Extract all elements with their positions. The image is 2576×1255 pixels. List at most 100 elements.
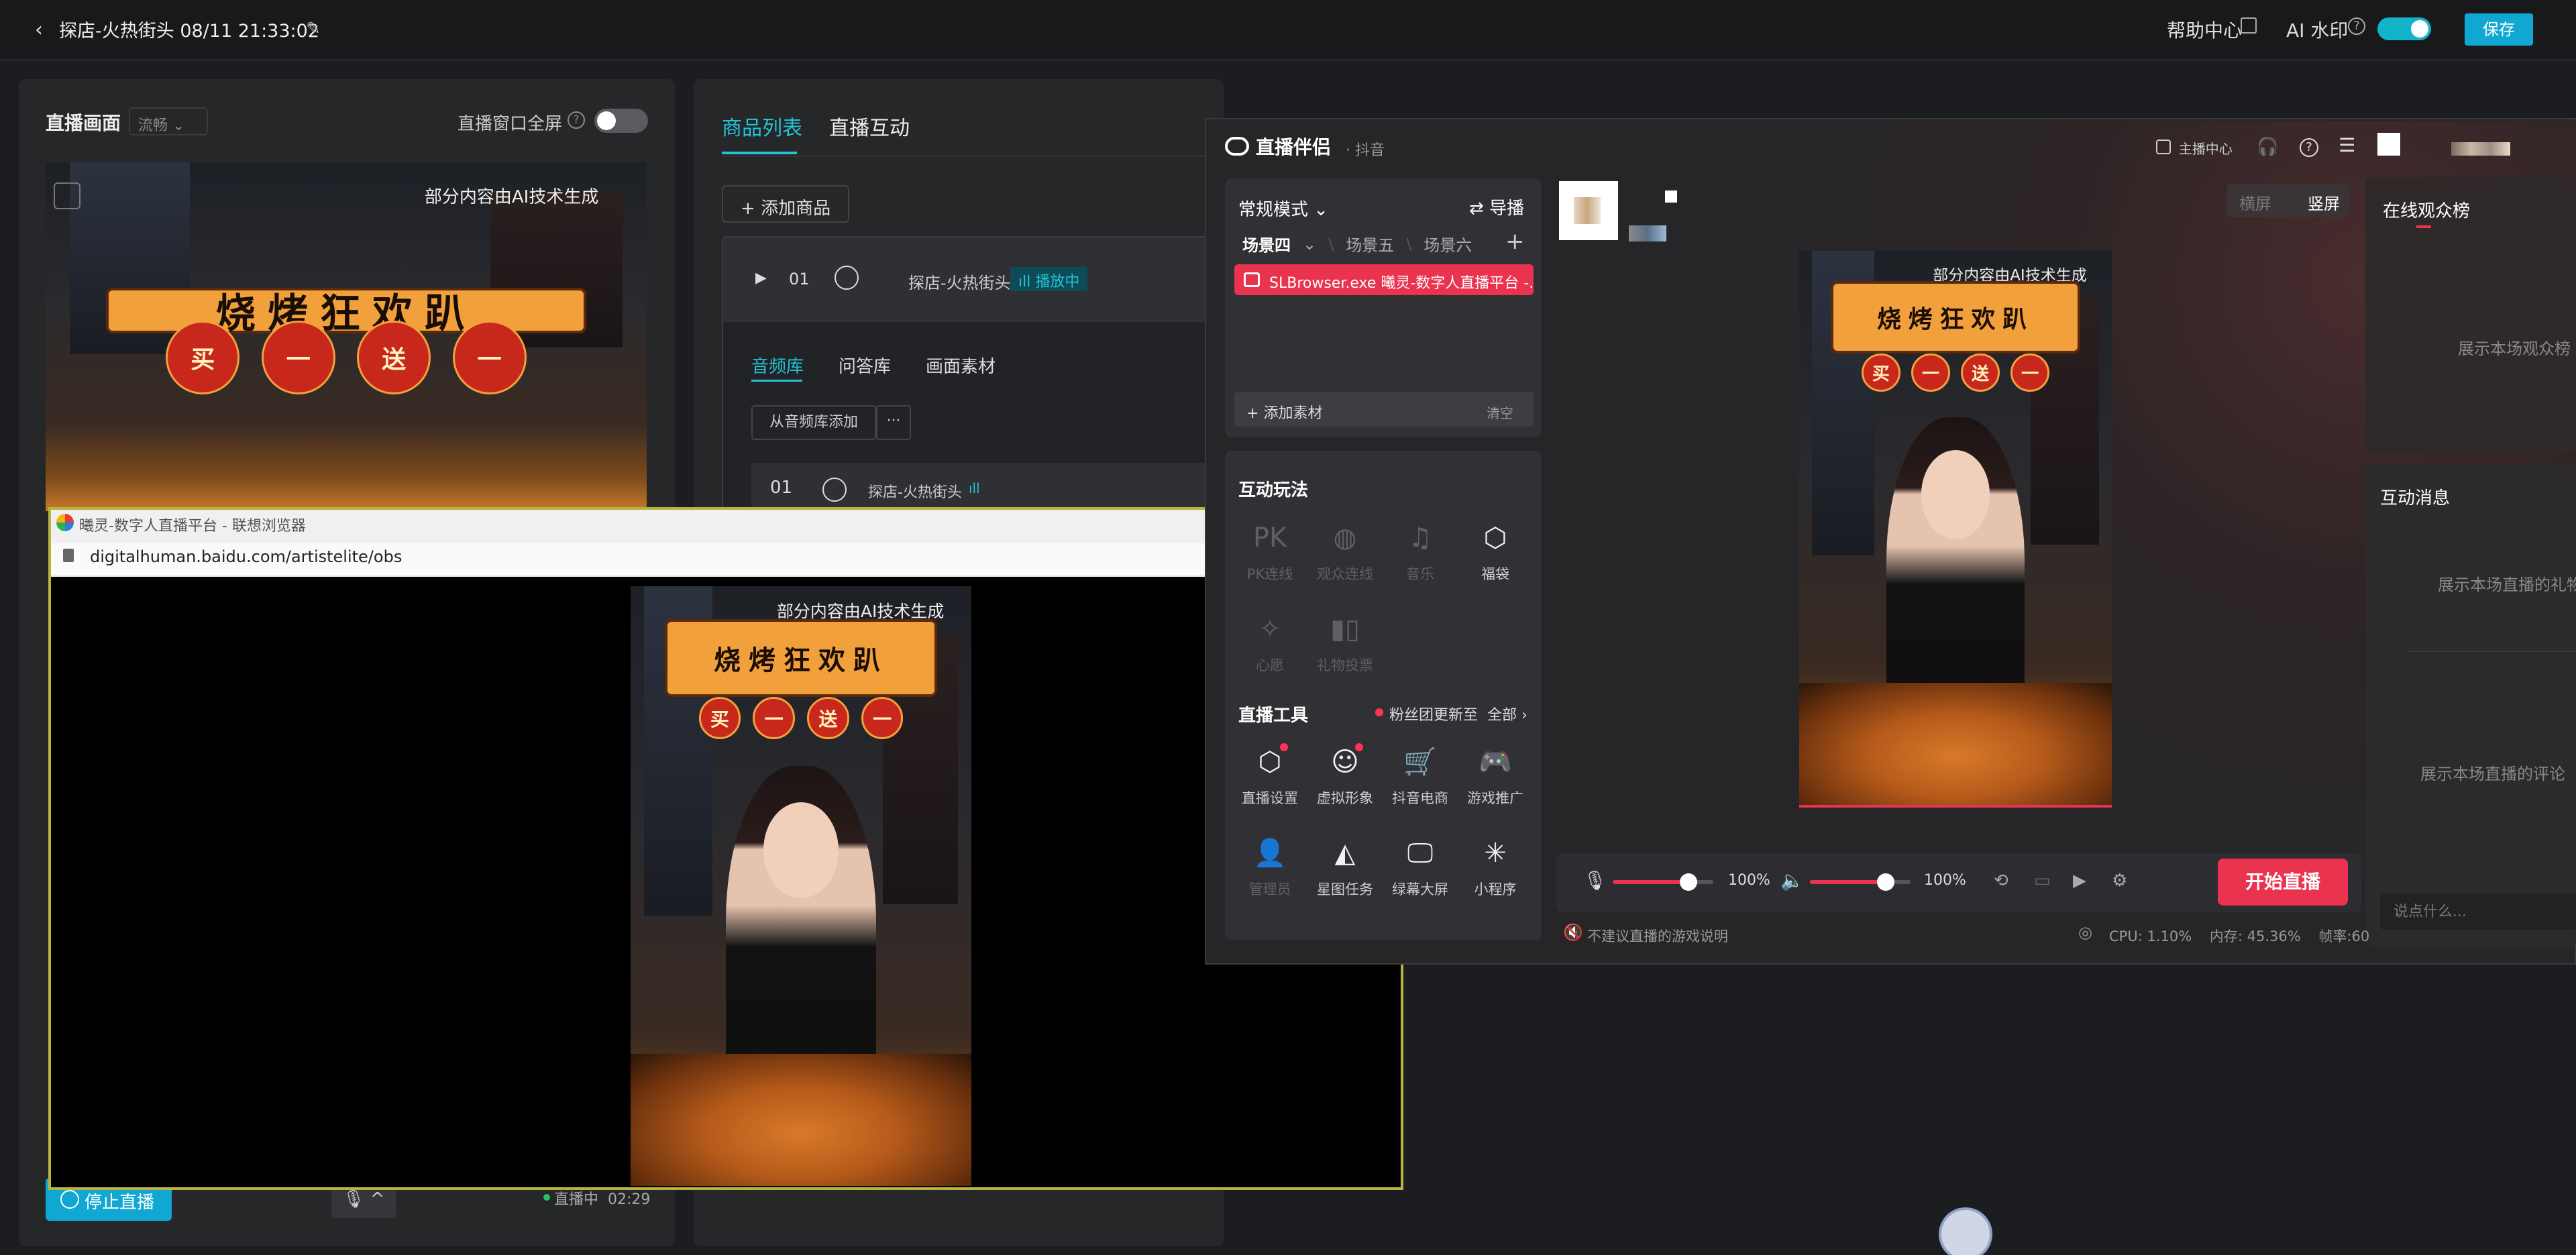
tool-label: 心愿 xyxy=(1256,657,1284,673)
admin-tool[interactable]: 👤 管理员 xyxy=(1233,836,1307,899)
miniapp-icon: ✳ xyxy=(1484,838,1507,869)
stream-poster-image: 部分内容由AI技术生成 烧烤狂欢趴 买 一 送 一 xyxy=(631,586,971,1186)
poster-subline: 买 一 送 一 xyxy=(1862,351,2049,395)
tab-audio-library[interactable]: 音频库 xyxy=(751,353,804,378)
quality-value: 流畅 xyxy=(138,117,168,134)
pk-link-tool[interactable]: PK PK连线 xyxy=(1233,521,1307,584)
more-button[interactable]: ··· xyxy=(876,405,911,440)
wish-tool[interactable]: ✧ 心愿 xyxy=(1233,612,1307,675)
screen-icon[interactable]: ▭ xyxy=(2034,871,2051,891)
audience-link-icon: ◍ xyxy=(1333,523,1357,553)
mini-program-tool[interactable]: ✳ 小程序 xyxy=(1458,836,1532,899)
help-icon[interactable]: ? xyxy=(2348,17,2365,35)
tool-label: 管理员 xyxy=(1248,881,1291,897)
fullscreen-toggle[interactable] xyxy=(594,109,648,133)
source-item[interactable]: SLBrowser.exe 曦灵-数字人直播平台 -... xyxy=(1234,264,1534,295)
mic-icon[interactable]: 🎙 xyxy=(1583,869,1607,891)
digital-human-face xyxy=(763,802,839,898)
poster-sub-char: 买 xyxy=(698,697,741,739)
speaker-volume-handle[interactable] xyxy=(1877,873,1894,891)
pause-icon[interactable] xyxy=(835,266,859,290)
settings-icon[interactable]: ⚙ xyxy=(2112,871,2127,891)
speaker-volume-value: 100% xyxy=(1924,872,1966,889)
performance-stats: CPU: 1.10% 内存: 45.36% 帧率:60 xyxy=(2109,926,2369,946)
mode-select[interactable]: 常规模式 ⌄ xyxy=(1238,196,1328,221)
portrait-option[interactable]: 竖屏 xyxy=(2308,190,2340,214)
add-scene-icon[interactable]: + xyxy=(1505,228,1525,255)
poster-headline: 烧烤狂欢趴 xyxy=(105,288,587,337)
game-promo-tool[interactable]: 🎮 游戏推广 xyxy=(1458,745,1532,808)
music-tool[interactable]: ♫ 音乐 xyxy=(1383,521,1457,584)
performance-icon: ◎ xyxy=(2078,923,2092,942)
avatar[interactable] xyxy=(2377,133,2400,156)
camera-flip-icon[interactable]: ⟲ xyxy=(1994,871,2008,891)
speaker-volume-fill xyxy=(1810,880,1886,884)
green-screen-tool[interactable]: 🖵 绿幕大屏 xyxy=(1383,836,1457,899)
ai-watermark-label: AI 水印 xyxy=(2286,19,2349,42)
chevron-down-icon[interactable]: ⌄ xyxy=(1303,235,1316,254)
lucky-bag-tool[interactable]: ⬡ 福袋 xyxy=(1458,521,1532,584)
interact-section-title: 互动玩法 xyxy=(1238,480,1309,500)
landscape-option[interactable]: 横屏 xyxy=(2239,190,2271,214)
host-center-link[interactable]: 主播中心 xyxy=(2157,138,2233,158)
virtual-avatar-tool[interactable]: ☺ 虚拟形象 xyxy=(1308,743,1382,808)
message-input[interactable] xyxy=(2380,893,2576,930)
start-live-button[interactable]: 开始直播 xyxy=(2218,859,2348,906)
digital-human-face xyxy=(1921,450,1990,539)
quality-select[interactable]: 流畅 ⌄ xyxy=(129,107,208,135)
poster-sub-char: 一 xyxy=(1911,353,1950,392)
edit-icon[interactable]: ✎ xyxy=(306,19,321,39)
live-status: 直播中 02:29 xyxy=(545,1187,650,1209)
audience-link-tool[interactable]: ◍ 观众连线 xyxy=(1308,521,1382,584)
help-icon[interactable]: ? xyxy=(2300,138,2318,157)
fan-update-link[interactable]: 粉丝团更新至 全部 › xyxy=(1375,703,1527,724)
clear-button[interactable]: 清空 xyxy=(1487,402,1513,422)
add-from-library-button[interactable]: 从音频库添加 xyxy=(751,405,876,440)
mic-volume-fill xyxy=(1613,880,1688,884)
source-thumbnail[interactable] xyxy=(1665,190,1677,203)
save-button[interactable]: 保存 xyxy=(2465,13,2533,46)
add-goods-button[interactable]: + 添加商品 xyxy=(722,185,849,223)
playing-equalizer-icon: ıll xyxy=(969,480,980,496)
page-title: 探店-火热街头 08/11 21:33:02 xyxy=(59,21,319,42)
live-screen-title: 直播画面 xyxy=(46,112,121,134)
ai-watermark-toggle[interactable] xyxy=(2377,17,2431,40)
username-blurred xyxy=(2451,142,2510,156)
expand-icon[interactable]: ▶ xyxy=(755,270,767,286)
pause-icon[interactable] xyxy=(822,478,847,502)
scene-tab-4[interactable]: 场景四 xyxy=(1242,232,1291,256)
assistant-bot-icon[interactable] xyxy=(1939,1207,1992,1255)
menu-icon[interactable]: ☰ xyxy=(2339,134,2355,156)
tab-live-interaction[interactable]: 直播互动 xyxy=(829,111,910,141)
tab-qa-library[interactable]: 问答库 xyxy=(839,353,891,378)
screenshot-icon[interactable] xyxy=(54,182,80,209)
source-thumbnail[interactable] xyxy=(1629,225,1666,241)
guide-button[interactable]: ⇄ 导播 xyxy=(1469,195,1524,219)
help-center-link[interactable]: 帮助中心 xyxy=(2167,16,2242,43)
tab-screen-material[interactable]: 画面素材 xyxy=(926,353,996,378)
scene-tab-6[interactable]: 场景六 xyxy=(1424,232,1472,256)
app-platform: · 抖音 xyxy=(1346,142,1385,159)
toggle-knob xyxy=(597,111,616,130)
wish-icon: ✧ xyxy=(1258,614,1281,645)
tab-goods-list[interactable]: 商品列表 xyxy=(722,111,802,141)
game-note-link[interactable]: 不建议直播的游戏说明 xyxy=(1587,926,1728,946)
speaker-icon[interactable]: 🔈 xyxy=(1780,869,1804,891)
mic-volume-handle[interactable] xyxy=(1680,873,1697,891)
star-task-tool[interactable]: ◭ 星图任务 xyxy=(1308,836,1382,899)
back-icon[interactable]: ‹ xyxy=(35,20,55,40)
poster-sub-char: 一 xyxy=(753,697,795,739)
audience-rank-title[interactable]: 在线观众榜 xyxy=(2383,197,2470,222)
douyin-shop-tool[interactable]: 🛒 抖音电商 xyxy=(1383,745,1457,808)
stop-icon xyxy=(60,1190,79,1209)
headset-icon[interactable]: 🎧 xyxy=(2257,137,2278,157)
url-text[interactable]: digitalhuman.baidu.com/artistelite/obs xyxy=(90,547,402,566)
gift-vote-tool[interactable]: ▮▯ 礼物投票 xyxy=(1308,612,1382,675)
help-icon[interactable]: ? xyxy=(568,111,585,129)
video-icon[interactable]: ▶ xyxy=(2073,871,2086,891)
scene-tab-5[interactable]: 场景五 xyxy=(1346,232,1394,256)
live-settings-tool[interactable]: ⬡ 直播设置 xyxy=(1233,743,1307,808)
fan-update-text: 粉丝团更新至 xyxy=(1389,707,1478,724)
star-task-icon: ◭ xyxy=(1334,838,1356,869)
tool-label: 礼物投票 xyxy=(1317,657,1373,673)
